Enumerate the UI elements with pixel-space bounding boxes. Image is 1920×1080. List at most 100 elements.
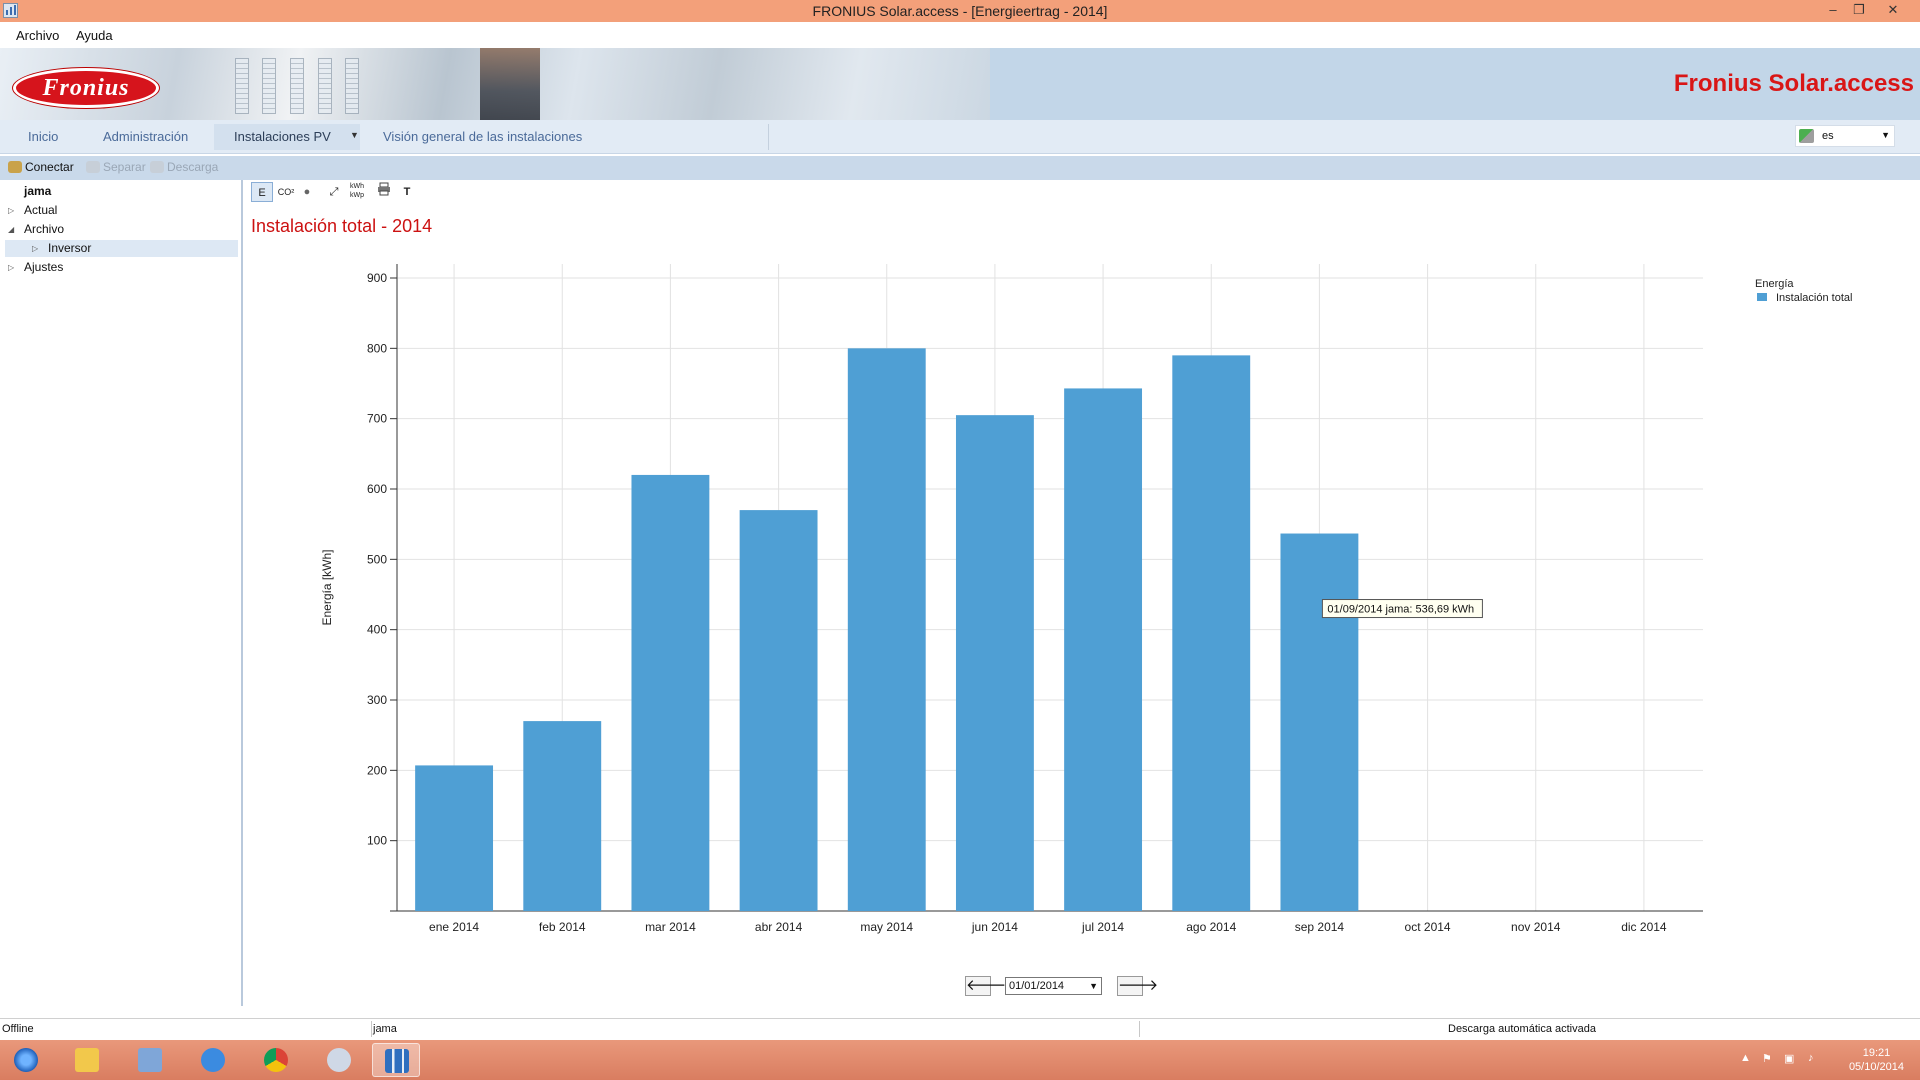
legend-swatch bbox=[1757, 293, 1767, 301]
bar-abr-2014 bbox=[739, 510, 818, 911]
tab-administracion[interactable]: Administración bbox=[103, 129, 188, 144]
x-tick-label: jun 2014 bbox=[971, 920, 1018, 934]
connect-button[interactable]: Conectar bbox=[8, 160, 74, 174]
x-tick-label: jul 2014 bbox=[1081, 920, 1124, 934]
x-tick-label: may 2014 bbox=[860, 920, 913, 934]
action-center-flag-icon[interactable]: ⚑ bbox=[1762, 1052, 1776, 1066]
x-tick-label: abr 2014 bbox=[755, 920, 803, 934]
volume-icon[interactable]: ♪ bbox=[1808, 1052, 1822, 1066]
y-tick-label: 900 bbox=[367, 271, 387, 285]
y-tick-label: 400 bbox=[367, 623, 387, 637]
legend-title: Energía bbox=[1755, 278, 1794, 290]
tree-root-jama[interactable]: jama bbox=[24, 183, 51, 200]
y-axis-label: Energía [kWh] bbox=[320, 549, 334, 625]
date-picker[interactable]: 01/01/2014 ▼ bbox=[1005, 977, 1102, 995]
brand-title: Fronius Solar.access bbox=[1673, 70, 1914, 97]
menu-bar: Archivo Ayuda bbox=[0, 22, 1920, 48]
x-tick-label: ene 2014 bbox=[429, 920, 479, 934]
bar-mar-2014 bbox=[631, 474, 710, 911]
chevron-down-icon: ▼ bbox=[1881, 130, 1890, 140]
tooltip-text: 01/09/2014 jama: 536,69 kWh bbox=[1327, 604, 1474, 616]
y-tick-label: 100 bbox=[367, 834, 387, 848]
y-tick-label: 800 bbox=[367, 341, 387, 355]
status-system-name: jama bbox=[373, 1023, 397, 1035]
date-value: 01/01/2014 bbox=[1009, 980, 1065, 992]
bar-feb-2014 bbox=[523, 721, 602, 911]
connection-status: Offline bbox=[2, 1023, 34, 1035]
chrome-icon[interactable] bbox=[252, 1043, 300, 1077]
x-tick-label: feb 2014 bbox=[539, 920, 586, 934]
tab-inicio[interactable]: Inicio bbox=[28, 129, 58, 144]
y-tick-label: 200 bbox=[367, 763, 387, 777]
language-flag-icon bbox=[1799, 129, 1814, 143]
energy-bar-chart: 100 200 300 400 500 600 700 800 900 ene 2014 feb 2… bbox=[320, 264, 1852, 934]
control-panel-icon[interactable] bbox=[126, 1043, 174, 1077]
clock-time: 19:21 bbox=[1862, 1047, 1891, 1059]
clock-date: 05/10/2014 bbox=[1848, 1061, 1904, 1073]
start-button[interactable] bbox=[2, 1043, 50, 1077]
y-tick-label: 500 bbox=[367, 552, 387, 566]
tree-item-ajustes[interactable]: ▷ Ajustes bbox=[8, 259, 63, 276]
close-button[interactable]: ✕ bbox=[1880, 0, 1906, 20]
legend-item: Instalación total bbox=[1776, 292, 1852, 304]
disconnect-icon bbox=[86, 161, 100, 173]
bar-jun-2014 bbox=[955, 415, 1034, 911]
phone-icon bbox=[8, 161, 22, 173]
tree-item-actual[interactable]: ▷ Actual bbox=[8, 202, 57, 219]
connection-toolbar: Conectar Separar Descarga bbox=[0, 156, 1920, 180]
auto-download-status: Descarga automática activada bbox=[1448, 1023, 1596, 1035]
bar-sep-2014 bbox=[1280, 533, 1359, 911]
download-button[interactable]: Descarga bbox=[150, 160, 218, 174]
language-value: es bbox=[1822, 130, 1834, 142]
expand-arrow-icon[interactable]: ▷ bbox=[8, 202, 14, 219]
taskbar-clock[interactable]: 19:21 05/10/2014 bbox=[1849, 1046, 1904, 1074]
bar-ene-2014 bbox=[415, 765, 494, 911]
prev-period-button[interactable]: 🡐 bbox=[965, 976, 1006, 996]
solar-access-taskbar-icon[interactable] bbox=[372, 1043, 420, 1077]
windows-taskbar: ▲ ⚑ ▣ ♪ 19:21 05/10/2014 bbox=[0, 1040, 1920, 1080]
window-title: FRONIUS Solar.access - [Energieertrag - … bbox=[812, 3, 1108, 19]
restore-button[interactable]: ❐ bbox=[1846, 0, 1872, 20]
status-bar: Offline jama Descarga automática activad… bbox=[0, 1018, 1920, 1038]
tab-dropdown-arrow-icon[interactable]: ▼ bbox=[350, 130, 359, 140]
y-tick-label: 600 bbox=[367, 482, 387, 496]
chevron-down-icon[interactable]: ▼ bbox=[1089, 978, 1098, 994]
main-chart-area: E CO² ● ⤢ kWh kWp T Instalación total - … bbox=[245, 180, 1920, 1006]
network-icon[interactable]: ▣ bbox=[1784, 1052, 1798, 1066]
header-banner: Fronius Fronius Solar.access bbox=[0, 48, 1920, 120]
paint-icon[interactable] bbox=[315, 1043, 363, 1077]
x-tick-label: sep 2014 bbox=[1295, 920, 1345, 934]
x-tick-label: mar 2014 bbox=[645, 920, 696, 934]
tab-instalaciones-pv[interactable]: Instalaciones PV bbox=[234, 129, 331, 144]
title-bar: FRONIUS Solar.access - [Energieertrag - … bbox=[0, 0, 1920, 22]
tab-vision-general[interactable]: Visión general de las instalaciones bbox=[383, 129, 582, 144]
collapse-arrow-icon[interactable]: ◢ bbox=[8, 221, 14, 238]
language-select[interactable]: es ▼ bbox=[1795, 125, 1895, 147]
tray-expand-icon[interactable]: ▲ bbox=[1740, 1052, 1754, 1066]
bar-may-2014 bbox=[847, 348, 926, 911]
bar-ago-2014 bbox=[1172, 355, 1251, 911]
disconnect-button[interactable]: Separar bbox=[86, 160, 146, 174]
system-tree-panel: jama ▷ Actual ◢ Archivo ▷ Inversor ▷ Ajustes bbox=[0, 180, 243, 1006]
menu-archivo[interactable]: Archivo bbox=[16, 28, 59, 43]
expand-arrow-icon[interactable]: ▷ bbox=[32, 240, 38, 257]
y-tick-label: 300 bbox=[367, 693, 387, 707]
nav-bar: Inicio Administración Instalaciones PV ▼… bbox=[0, 120, 1920, 154]
x-tick-label: oct 2014 bbox=[1405, 920, 1451, 934]
menu-ayuda[interactable]: Ayuda bbox=[76, 28, 113, 43]
file-explorer-icon[interactable] bbox=[63, 1043, 111, 1077]
y-tick-label: 700 bbox=[367, 412, 387, 426]
internet-explorer-icon[interactable] bbox=[189, 1043, 237, 1077]
tree-item-archivo[interactable]: ◢ Archivo bbox=[8, 221, 64, 238]
expand-arrow-icon[interactable]: ▷ bbox=[8, 259, 14, 276]
tree-item-inversor[interactable]: ▷ Inversor bbox=[32, 240, 91, 257]
banner-person-image bbox=[480, 48, 540, 120]
next-period-button[interactable]: 🡒 bbox=[1117, 976, 1158, 996]
x-tick-label: ago 2014 bbox=[1186, 920, 1236, 934]
minimize-button[interactable]: – bbox=[1820, 0, 1846, 20]
x-tick-label: dic 2014 bbox=[1621, 920, 1667, 934]
download-icon bbox=[150, 161, 164, 173]
bar-jul-2014 bbox=[1064, 388, 1143, 911]
fronius-logo: Fronius bbox=[13, 68, 159, 108]
x-tick-label: nov 2014 bbox=[1511, 920, 1561, 934]
